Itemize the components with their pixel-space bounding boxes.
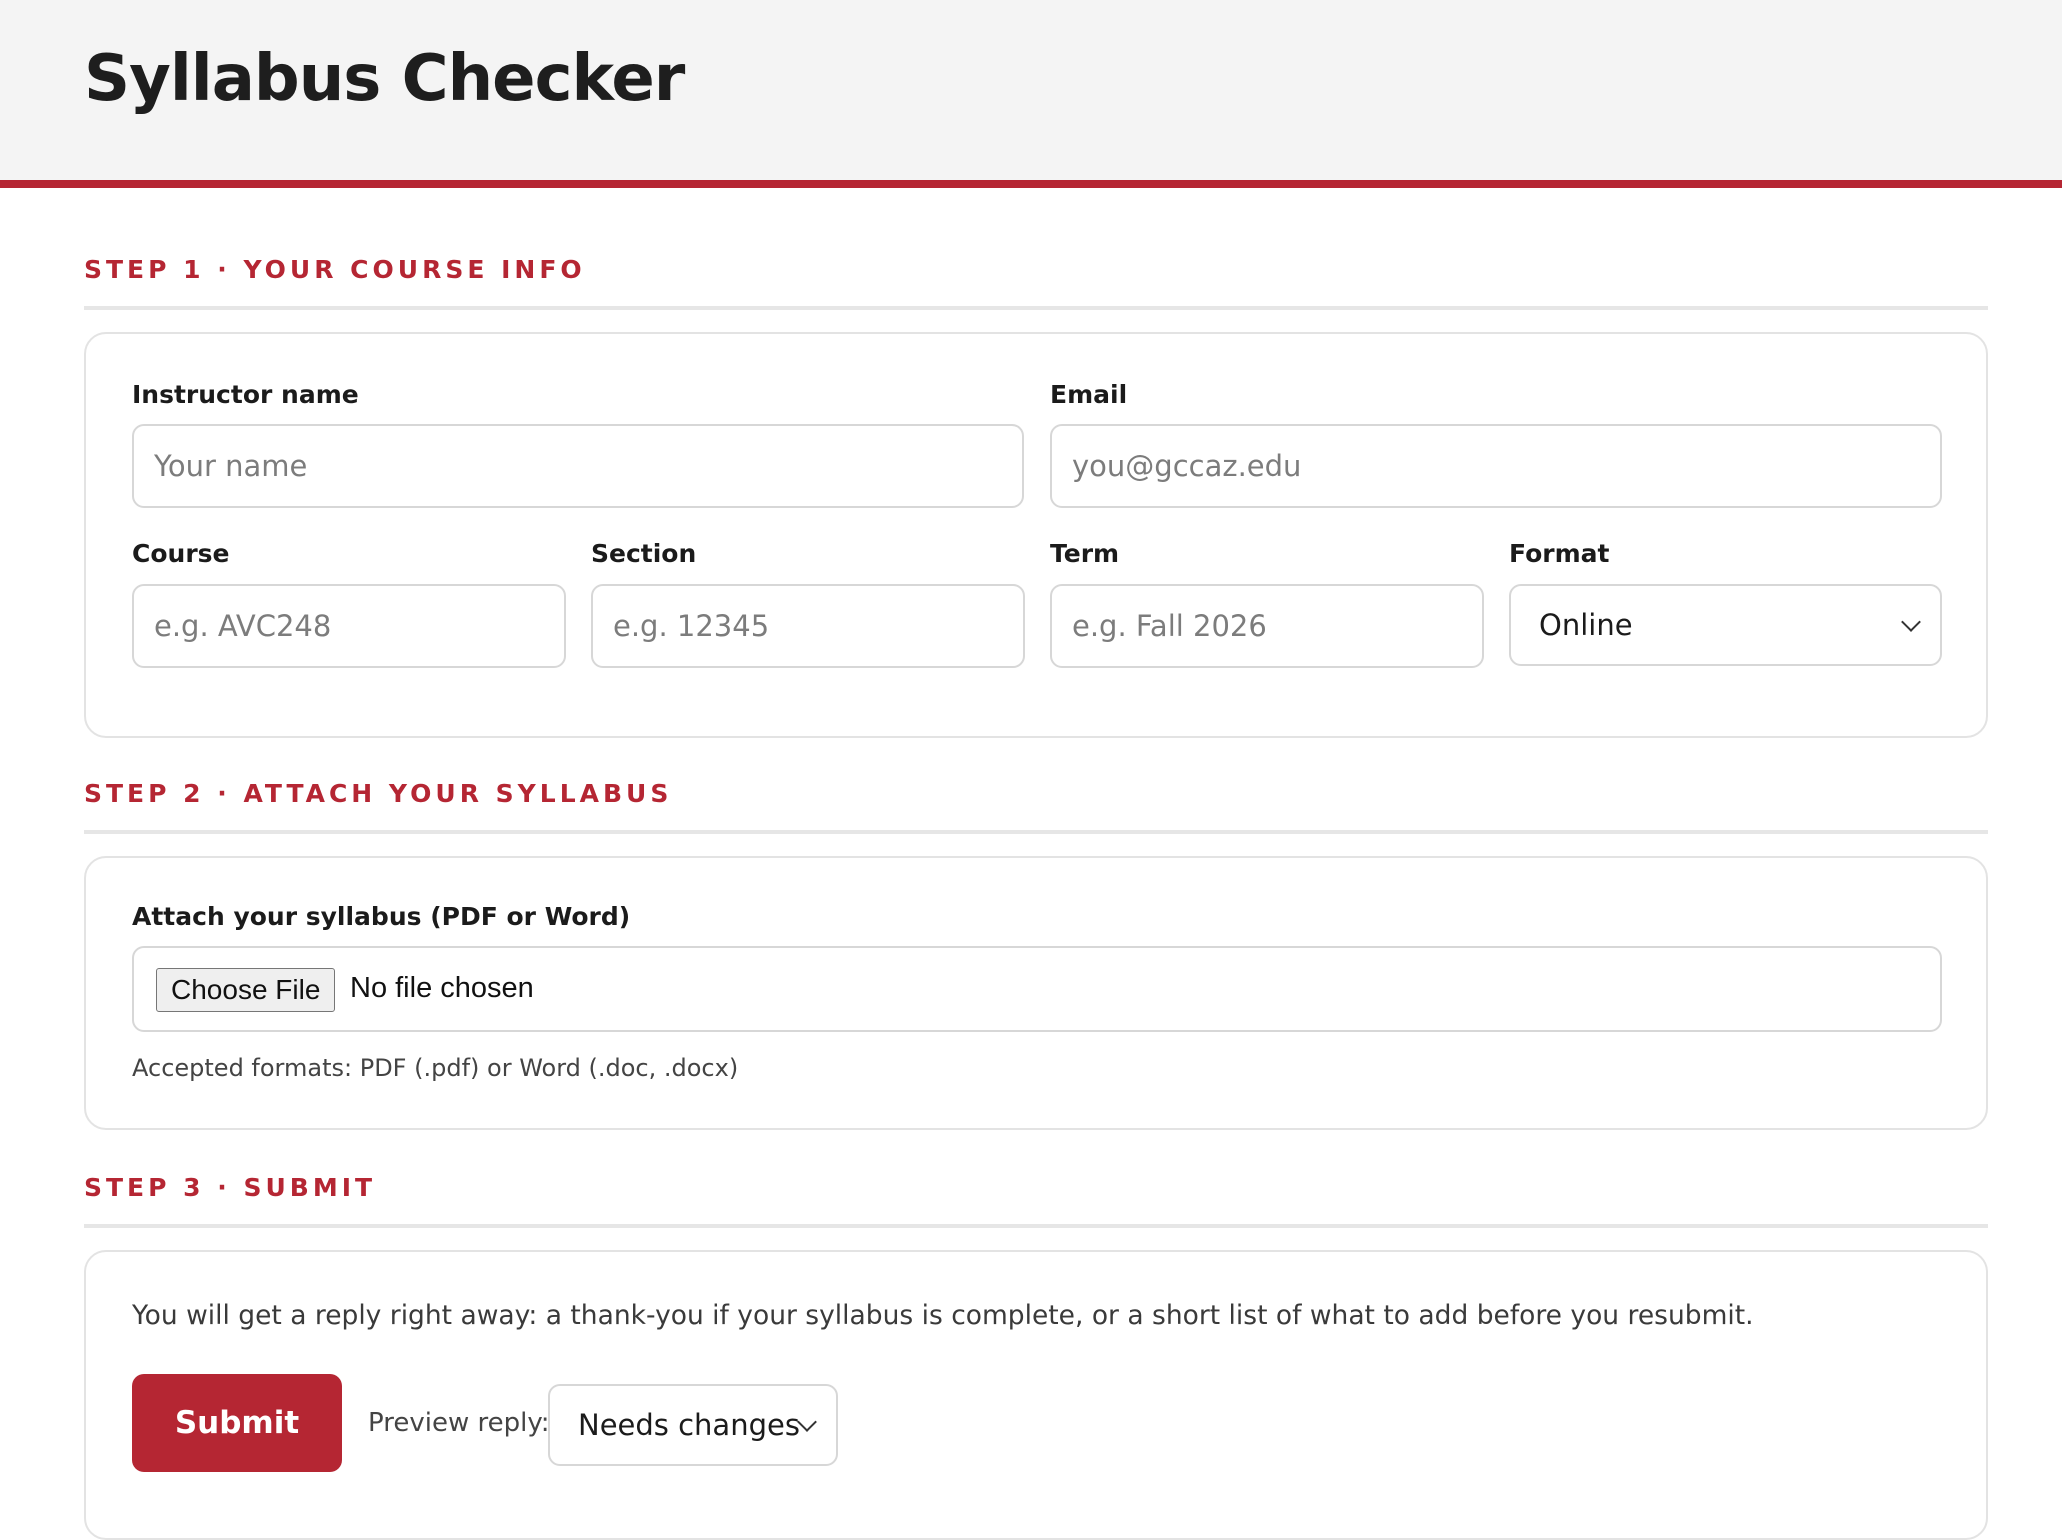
page-title: Syllabus Checker xyxy=(84,42,685,116)
section-input[interactable] xyxy=(591,584,1025,668)
step2-title: STEP 2 · ATTACH YOUR SYLLABUS xyxy=(84,779,1988,834)
email-label: Email xyxy=(1050,380,1128,409)
format-label: Format xyxy=(1509,539,1610,568)
email-input[interactable] xyxy=(1050,424,1942,508)
instructor-name-label: Instructor name xyxy=(132,380,359,409)
preview-reply-label: Preview reply: xyxy=(368,1408,550,1438)
term-input[interactable] xyxy=(1050,584,1484,668)
step1-title: STEP 1 · YOUR COURSE INFO xyxy=(84,255,1988,310)
file-input[interactable]: Choose File No file chosen xyxy=(132,946,1942,1032)
preview-reply-selected-value: Needs changes xyxy=(578,1408,800,1442)
section-label: Section xyxy=(591,539,697,568)
course-label: Course xyxy=(132,539,230,568)
preview-reply-select[interactable]: Needs changes xyxy=(548,1384,838,1466)
step3-title: STEP 3 · SUBMIT xyxy=(84,1173,1988,1228)
accepted-formats-hint: Accepted formats: PDF (.pdf) or Word (.d… xyxy=(132,1054,739,1082)
chevron-down-icon xyxy=(1901,612,1921,632)
choose-file-button[interactable]: Choose File xyxy=(156,968,336,1012)
submit-card: You will get a reply right away: a thank… xyxy=(84,1250,1988,1540)
course-input[interactable] xyxy=(132,584,566,668)
term-label: Term xyxy=(1050,539,1120,568)
format-selected-value: Online xyxy=(1539,608,1633,642)
attach-syllabus-label: Attach your syllabus (PDF or Word) xyxy=(132,902,631,931)
instructor-name-input[interactable] xyxy=(132,424,1024,508)
submit-button[interactable]: Submit xyxy=(132,1374,342,1472)
attach-syllabus-card: Attach your syllabus (PDF or Word) Choos… xyxy=(84,856,1988,1130)
chevron-down-icon xyxy=(797,1412,817,1432)
file-status-text: No file chosen xyxy=(350,972,534,1004)
submit-description: You will get a reply right away: a thank… xyxy=(132,1300,1754,1331)
page-header: Syllabus Checker xyxy=(0,0,2062,188)
course-info-card: Instructor name Email Course Section Ter… xyxy=(84,332,1988,738)
format-select[interactable]: Online xyxy=(1509,584,1942,666)
